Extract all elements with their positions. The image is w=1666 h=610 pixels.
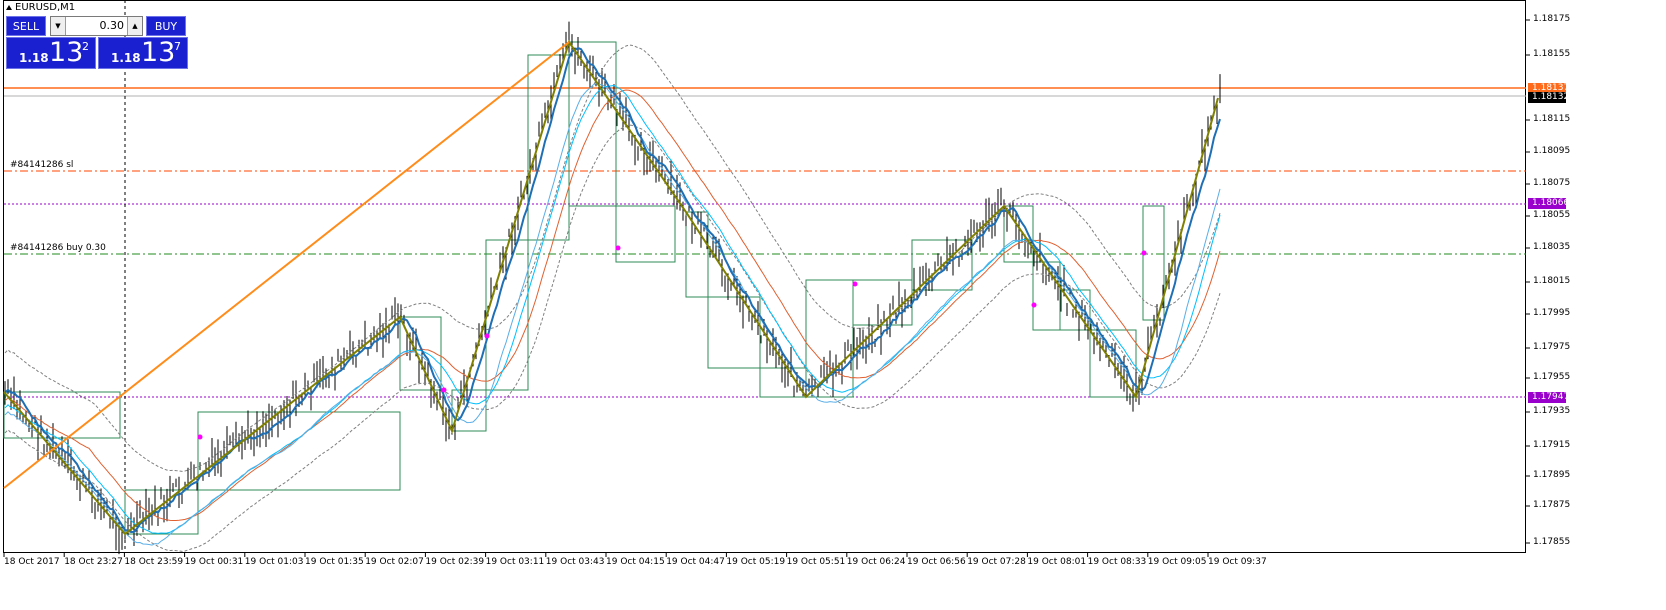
price-tick-label: 1.17995 <box>1533 308 1571 318</box>
buy-order-label: #84141286 buy 0.30 <box>10 243 106 253</box>
buy-price-button[interactable]: 1.18 13 7 <box>98 37 188 69</box>
price-tick-label: 1.17935 <box>1533 406 1571 416</box>
time-tick-label: 18 Oct 23:27 <box>64 557 123 567</box>
time-tick-label: 19 Oct 06:56 <box>907 557 966 567</box>
envelope-upper <box>4 44 1221 472</box>
chart-title: EURUSD,M1 <box>6 2 75 13</box>
time-tick-label: 19 Oct 03:11 <box>485 557 545 567</box>
signal-dot <box>1031 302 1037 308</box>
time-tick-label: 18 Oct 2017 <box>4 557 60 567</box>
sell-button[interactable]: SELL <box>6 16 46 36</box>
bid-price-tag: 1.18132 <box>1528 92 1569 103</box>
volume-down-icon[interactable]: ▼ <box>51 17 66 35</box>
time-tick-label: 19 Oct 03:43 <box>545 557 605 567</box>
price-tick-label: 1.17895 <box>1533 470 1571 480</box>
price-tick-label: 1.17875 <box>1533 500 1571 510</box>
swing-box <box>197 411 401 491</box>
time-tick-label: 19 Oct 01:03 <box>244 557 304 567</box>
time-tick-label: 19 Oct 08:33 <box>1087 557 1147 567</box>
time-tick-label: 19 Oct 02:39 <box>425 557 485 567</box>
signal-dot <box>484 333 490 339</box>
low-level-tag: 1.17947 <box>1528 392 1569 403</box>
symbol-timeframe: EURUSD,M1 <box>15 2 76 13</box>
time-tick-label: 19 Oct 04:15 <box>606 557 665 567</box>
time-tick-label: 19 Oct 00:31 <box>184 557 244 567</box>
sell-price-sup: 2 <box>82 40 89 53</box>
price-chart <box>3 0 1530 557</box>
time-tick-label: 18 Oct 23:59 <box>124 557 184 567</box>
sell-price-prefix: 1.18 <box>19 51 49 65</box>
high-level-tag: 1.18066 <box>1528 198 1569 209</box>
signal-dot <box>615 245 621 251</box>
price-tick-label: 1.17955 <box>1533 372 1571 382</box>
one-click-trading-panel: SELL ▼ 0.30 ▲ BUY 1.18 13 2 1.18 13 7 <box>6 16 188 69</box>
price-tick-label: 1.18095 <box>1533 146 1571 156</box>
time-tick-label: 19 Oct 02:07 <box>365 557 424 567</box>
sell-price-big: 13 <box>49 37 84 68</box>
time-tick-label: 19 Oct 07:28 <box>967 557 1026 567</box>
buy-price-big: 13 <box>141 37 176 68</box>
volume-value[interactable]: 0.30 <box>100 19 125 32</box>
sl-order-label: #84141286 sl <box>10 160 74 170</box>
price-tick-label: 1.18035 <box>1533 242 1571 252</box>
time-tick-label: 19 Oct 09:37 <box>1208 557 1267 567</box>
sell-price-button[interactable]: 1.18 13 2 <box>6 37 96 69</box>
signal-dot <box>441 387 447 393</box>
time-tick-label: 19 Oct 01:35 <box>305 557 364 567</box>
volume-field[interactable]: ▼ 0.30 ▲ <box>50 16 143 36</box>
time-tick-label: 19 Oct 09:05 <box>1147 557 1207 567</box>
buy-price-sup: 7 <box>174 40 181 53</box>
price-tick-label: 1.18175 <box>1533 14 1571 24</box>
volume-up-icon[interactable]: ▲ <box>127 17 142 35</box>
zigzag-line <box>3 39 1219 536</box>
time-tick-label: 19 Oct 05:19 <box>726 557 786 567</box>
time-tick-label: 19 Oct 06:24 <box>846 557 906 567</box>
time-tick-label: 19 Oct 04:47 <box>666 557 725 567</box>
time-tick-label: 19 Oct 08:01 <box>1027 557 1087 567</box>
price-tick-label: 1.18015 <box>1533 276 1571 286</box>
signal-dot <box>1141 250 1147 256</box>
price-tick-label: 1.18055 <box>1533 210 1571 220</box>
swing-box <box>707 296 761 369</box>
time-tick-label: 19 Oct 05:51 <box>786 557 846 567</box>
signal-dot <box>852 281 858 287</box>
ma-slow <box>4 84 1221 534</box>
price-tick-label: 1.17975 <box>1533 342 1571 352</box>
buy-price-prefix: 1.18 <box>111 51 141 65</box>
ma-fast <box>4 46 1221 534</box>
buy-button[interactable]: BUY <box>146 16 186 36</box>
swing-box <box>485 239 529 391</box>
price-tick-label: 1.18075 <box>1533 178 1571 188</box>
price-tick-label: 1.17915 <box>1533 440 1571 450</box>
swing-box <box>759 367 807 398</box>
trend-line <box>3 41 570 489</box>
price-tick-label: 1.18115 <box>1533 114 1571 124</box>
price-tick-label: 1.18155 <box>1533 49 1571 59</box>
ma-mid <box>4 82 1221 546</box>
signal-dot <box>197 434 203 440</box>
collapse-triangle-icon[interactable] <box>6 5 12 10</box>
ma-red <box>4 89 1221 522</box>
price-tick-label: 1.17855 <box>1533 537 1571 547</box>
